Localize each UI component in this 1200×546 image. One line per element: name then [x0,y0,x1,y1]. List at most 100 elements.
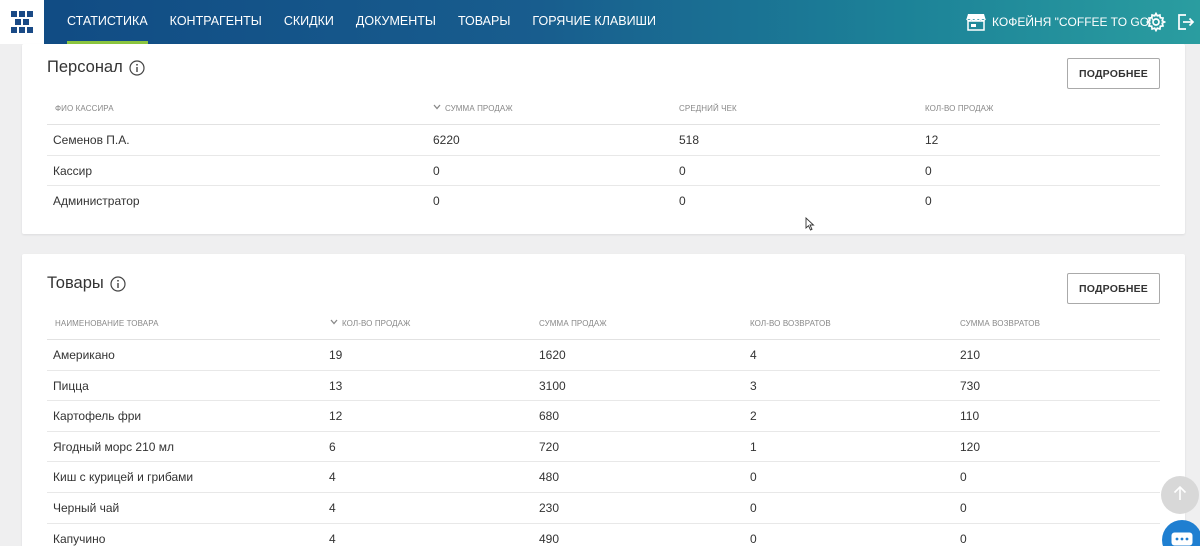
cell-sales-count: 0 [925,194,932,209]
goods-more-button[interactable]: ПОДРОБНЕЕ [1067,273,1160,304]
table-row: Киш с курицей и грибами 4 480 0 0 [47,462,1160,493]
cell-sales-count: 6 [329,439,336,454]
cell-sales-sum: 720 [539,439,560,454]
table-row: Ягодный морс 210 мл 6 720 1 120 [47,432,1160,463]
table-row: Картофель фри 12 680 2 110 [47,401,1160,432]
staff-card: Персонал ПОДРОБНЕЕ ФИО КАССИРА СУММА ПРО… [22,44,1185,234]
cell-product-name: Ягодный морс 210 мл [53,439,175,454]
table-row: Американо 19 1620 4 210 [47,340,1160,371]
cell-sales-sum: 230 [539,500,560,515]
cell-returns-count: 4 [750,348,757,362]
main-nav: СТАТИСТИКА КОНТРАГЕНТЫ СКИДКИ ДОКУМЕНТЫ … [56,0,667,44]
cell-sales-count: 0 [925,163,932,178]
cell-sales-count: 13 [329,378,343,393]
cell-sales-sum: 1620 [539,348,566,362]
cell-returns-sum: 0 [960,500,967,515]
goods-title: Товары [47,274,126,293]
table-row: Кассир 0 0 0 [47,156,1160,187]
cell-returns-sum: 730 [960,378,981,393]
scroll-to-top-button[interactable] [1161,476,1199,514]
sort-desc-icon [330,308,338,338]
goods-table-body: Американо 19 1620 4 210 Пицца 13 3100 3 … [47,340,1160,546]
goods-table: НАИМЕНОВАНИЕ ТОВАРА КОЛ-ВО ПРОДАЖ СУММА … [47,309,1160,546]
column-header-sales-count[interactable]: КОЛ-ВО ПРОДАЖ [925,94,994,124]
column-header-returns-count[interactable]: КОЛ-ВО ВОЗВРАТОВ [750,309,831,339]
cell-product-name: Картофель фри [53,409,142,424]
cell-returns-count: 0 [750,470,757,485]
cell-returns-sum: 120 [960,439,981,454]
cell-returns-sum: 0 [960,531,967,546]
column-header-sales-sum[interactable]: СУММА ПРОДАЖ [433,94,513,124]
table-row: Администратор 0 0 0 [47,186,1160,217]
logout-icon[interactable] [1175,12,1195,32]
cell-returns-count: 3 [750,378,757,393]
cell-returns-sum: 110 [960,409,980,424]
table-row: Черный чай 4 230 0 0 [47,493,1160,524]
cell-product-name: Капучино [53,531,106,546]
cell-sales-count: 12 [329,409,343,424]
cell-returns-count: 0 [750,531,757,546]
cell-returns-sum: 0 [960,470,967,485]
cell-returns-count: 2 [750,409,757,424]
column-header-label: СУММА ПРОДАЖ [445,104,513,114]
column-header-avg-check[interactable]: СРЕДНИЙ ЧЕК [679,94,737,124]
cell-avg-check: 518 [679,133,700,147]
mouse-cursor-icon [805,216,815,236]
cell-avg-check: 0 [679,163,686,178]
cell-sales-count: 12 [925,133,939,147]
cell-returns-count: 1 [750,439,757,454]
column-header-sales-sum[interactable]: СУММА ПРОДАЖ [539,309,607,339]
gear-icon[interactable] [1145,11,1167,33]
staff-table-header: ФИО КАССИРА СУММА ПРОДАЖ СРЕДНИЙ ЧЕК КОЛ… [47,94,1160,125]
cell-sales-sum: 0 [433,194,440,209]
store-selector[interactable]: КОФЕЙНЯ "COFFEE TO GO" [966,0,1153,44]
table-row: Капучино 4 490 0 0 [47,524,1160,546]
table-row: Семенов П.А. 6220 518 12 [47,125,1160,156]
staff-title-text: Персонал [47,58,123,76]
cell-returns-count: 0 [750,500,757,515]
staff-table-body: Семенов П.А. 6220 518 12 Кассир 0 0 0 Ад… [47,125,1160,217]
cell-cashier: Кассир [53,163,93,178]
column-header-sales-count[interactable]: КОЛ-ВО ПРОДАЖ [330,309,411,339]
info-icon[interactable] [129,59,145,76]
cell-avg-check: 0 [679,194,686,209]
cell-sales-sum: 490 [539,531,560,546]
cell-sales-sum: 680 [539,409,560,424]
cell-sales-sum: 0 [433,163,440,178]
cell-sales-count: 4 [329,470,336,485]
store-name: КОФЕЙНЯ "COFFEE TO GO" [992,15,1154,29]
cell-sales-sum: 3100 [539,378,566,393]
staff-title: Персонал [47,58,145,77]
goods-card: Товары ПОДРОБНЕЕ НАИМЕНОВАНИЕ ТОВАРА КОЛ… [22,254,1185,546]
cell-product-name: Черный чай [53,500,120,515]
info-icon[interactable] [110,275,126,292]
sort-desc-icon [433,93,441,123]
nav-item-discounts[interactable]: СКИДКИ [273,0,345,44]
column-header-product-name[interactable]: НАИМЕНОВАНИЕ ТОВАРА [55,309,159,339]
nav-item-goods[interactable]: ТОВАРЫ [447,0,521,44]
column-header-label: КОЛ-ВО ПРОДАЖ [342,319,411,329]
staff-table: ФИО КАССИРА СУММА ПРОДАЖ СРЕДНИЙ ЧЕК КОЛ… [47,94,1160,217]
column-header-cashier[interactable]: ФИО КАССИРА [55,94,114,124]
nav-item-statistics[interactable]: СТАТИСТИКА [56,0,159,44]
table-row: Пицца 13 3100 3 730 [47,371,1160,402]
top-navigation-bar: СТАТИСТИКА КОНТРАГЕНТЫ СКИДКИ ДОКУМЕНТЫ … [0,0,1200,44]
cell-cashier: Семенов П.А. [53,133,130,147]
cell-sales-sum: 6220 [433,133,460,147]
nav-item-documents[interactable]: ДОКУМЕНТЫ [345,0,447,44]
cell-returns-sum: 210 [960,348,981,362]
cell-product-name: Американо [53,348,115,362]
cell-sales-count: 4 [329,531,336,546]
nav-item-counterparties[interactable]: КОНТРАГЕНТЫ [159,0,273,44]
store-icon [966,13,986,31]
goods-table-header: НАИМЕНОВАНИЕ ТОВАРА КОЛ-ВО ПРОДАЖ СУММА … [47,309,1160,340]
nav-item-hotkeys[interactable]: ГОРЯЧИЕ КЛАВИШИ [521,0,667,44]
cell-product-name: Киш с курицей и грибами [53,470,194,485]
cell-sales-count: 19 [329,348,343,362]
logo-icon[interactable] [0,0,44,44]
cell-cashier: Администратор [53,194,140,209]
arrow-up-icon [1173,485,1187,506]
goods-title-text: Товары [47,274,104,292]
column-header-returns-sum[interactable]: СУММА ВОЗВРАТОВ [960,309,1040,339]
staff-more-button[interactable]: ПОДРОБНЕЕ [1067,58,1160,89]
